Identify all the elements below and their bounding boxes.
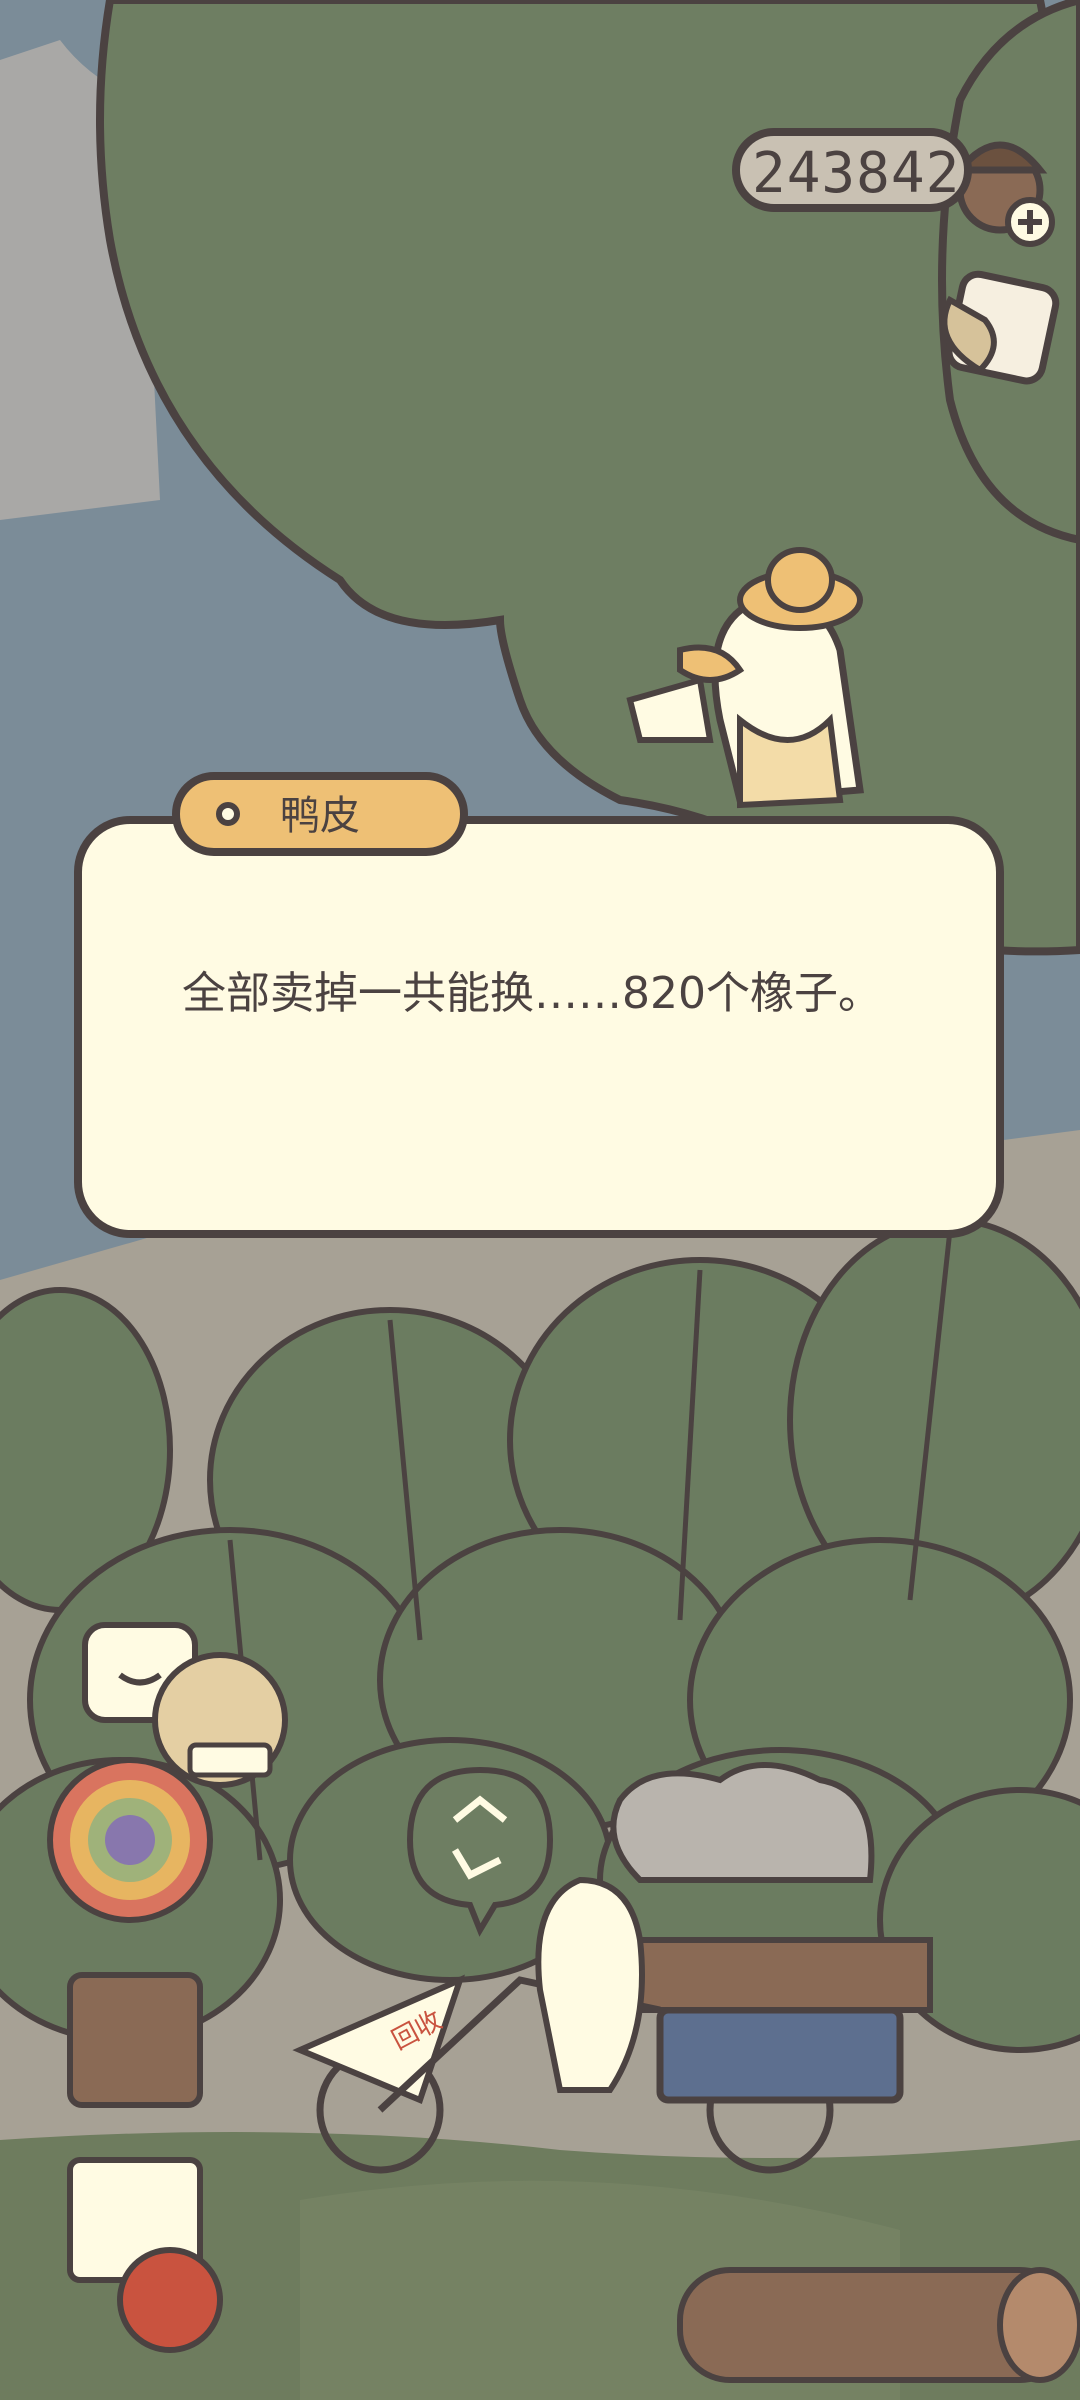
plus-icon[interactable] (1005, 197, 1055, 247)
name-dot-icon (216, 802, 240, 826)
acorn-count: 243842 (752, 141, 961, 206)
speaker-name-tab: 鸭皮 (172, 772, 468, 856)
phone-icon[interactable] (941, 270, 1060, 385)
acorn-counter[interactable]: 243842 (732, 128, 972, 212)
dialog-text: 全部卖掉一共能换……820个橡子。 (182, 968, 882, 1019)
log (677, 2267, 1080, 2383)
dialog-box[interactable]: 全部卖掉一共能换……820个橡子。 (74, 816, 1004, 1238)
speaker-name: 鸭皮 (280, 793, 360, 839)
